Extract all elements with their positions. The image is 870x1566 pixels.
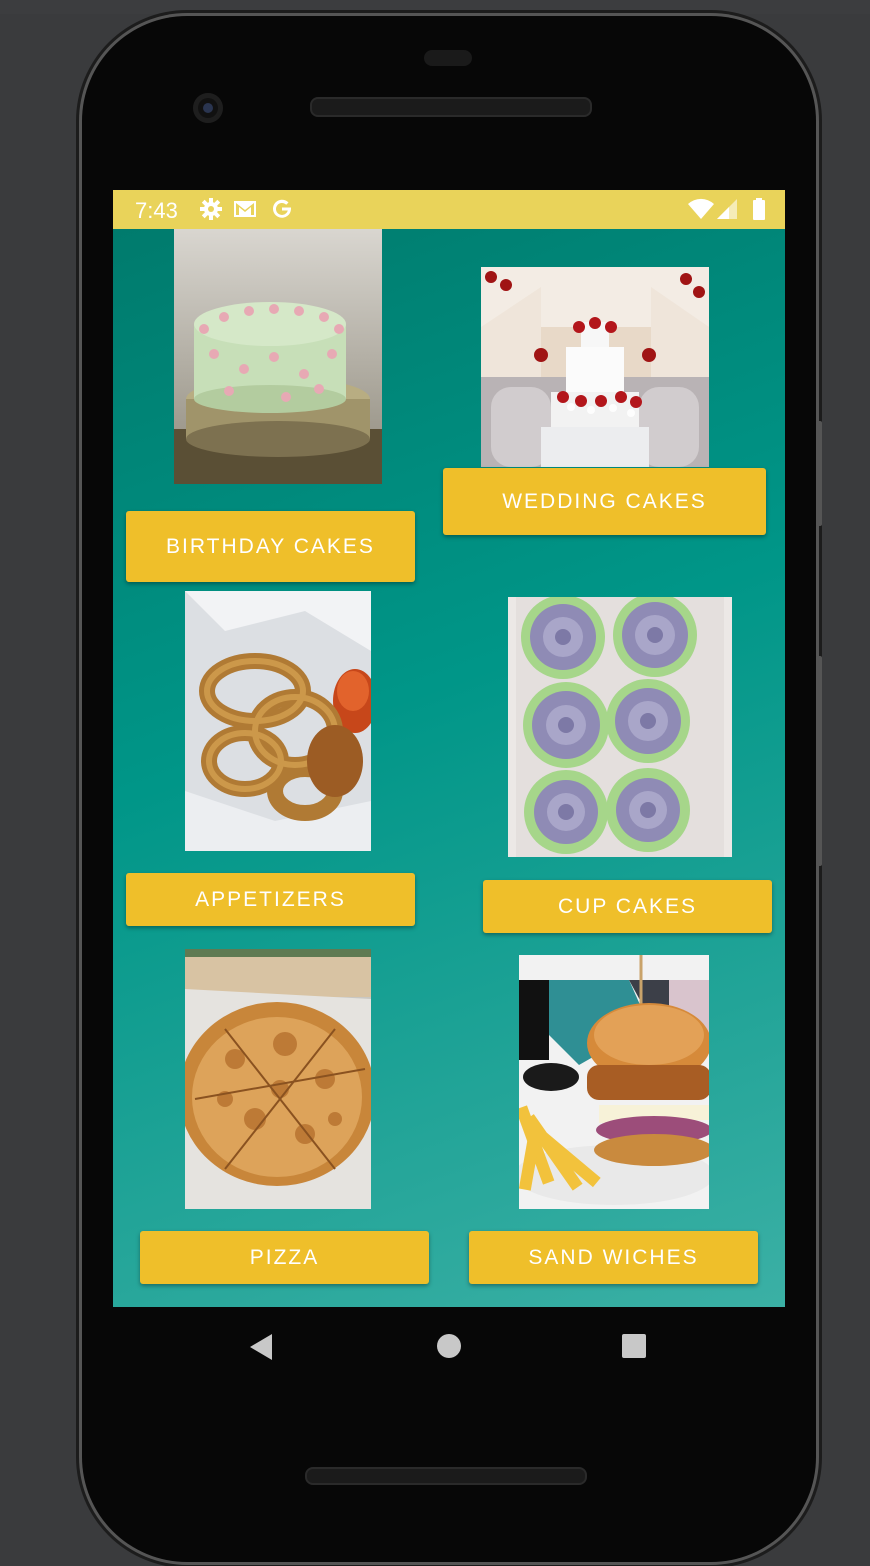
settings-icon — [200, 198, 222, 220]
volume-button[interactable] — [816, 656, 822, 866]
bottom-speaker — [305, 1467, 587, 1485]
battery-icon — [753, 198, 765, 220]
back-icon[interactable] — [250, 1334, 272, 1360]
status-time: 7:43 — [135, 198, 178, 223]
emulator-frame-top — [0, 0, 870, 14]
wifi-icon — [688, 198, 714, 219]
sandwiches-button[interactable]: SAND WICHES — [469, 1231, 758, 1284]
google-icon — [273, 199, 291, 218]
signal-icon — [717, 199, 737, 219]
front-camera — [193, 93, 223, 123]
pizza-button[interactable]: PIZZA — [140, 1231, 429, 1284]
home-icon[interactable] — [437, 1334, 461, 1358]
gmail-icon — [234, 201, 256, 217]
android-nav-bar — [113, 1307, 785, 1387]
status-bar: 7:43 — [113, 190, 785, 229]
sandwiches-image[interactable] — [519, 955, 709, 1209]
wedding-cakes-button[interactable]: WEDDING CAKES — [443, 468, 766, 535]
pizza-image[interactable] — [185, 949, 371, 1209]
birthday-cake-image[interactable] — [174, 229, 382, 484]
cup-cakes-button[interactable]: CUP CAKES — [483, 880, 772, 933]
earpiece — [424, 50, 472, 66]
power-button[interactable] — [816, 421, 822, 526]
top-speaker — [310, 97, 592, 117]
recents-icon[interactable] — [622, 1334, 646, 1358]
app-screen: 7:43 BIRTHDAY CAKES WEDDING CAKES APPETI… — [113, 190, 785, 1307]
appetizers-button[interactable]: APPETIZERS — [126, 873, 415, 926]
birthday-cakes-button[interactable]: BIRTHDAY CAKES — [126, 511, 415, 582]
appetizers-image[interactable] — [185, 591, 371, 851]
wedding-cake-image[interactable] — [481, 267, 709, 467]
cupcakes-image[interactable] — [508, 597, 732, 857]
